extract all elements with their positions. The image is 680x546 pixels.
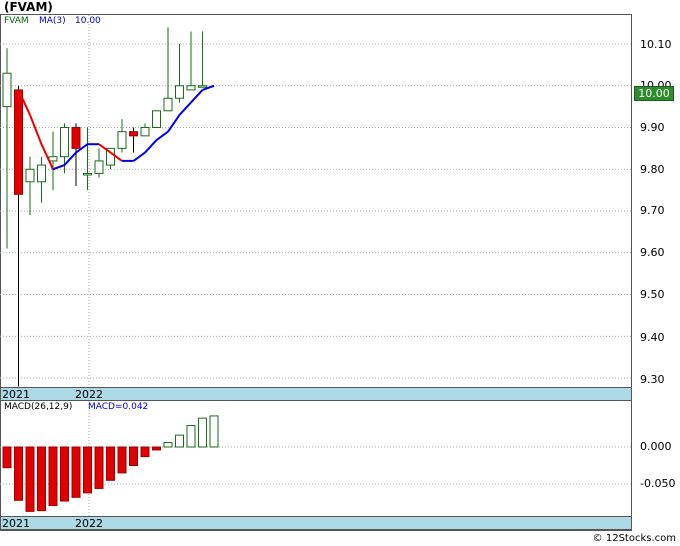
candle-body — [94, 160, 104, 174]
macd-bar — [25, 446, 35, 512]
legend-ma-label: MA(3) — [39, 16, 66, 26]
macd-bar — [94, 446, 104, 489]
candle-body — [60, 127, 69, 158]
ma3-line-segment — [167, 114, 181, 133]
y-tick-label: 9.30 — [640, 373, 665, 386]
y-tick-label: 9.80 — [640, 163, 665, 176]
ma3-line-segment — [155, 130, 169, 141]
legend-ma-value: 10.00 — [75, 16, 101, 26]
chart-canvas — [0, 15, 632, 516]
macd-bar — [48, 446, 58, 506]
macd-y-tick-label: 0.000 — [640, 440, 672, 453]
candle-body — [152, 110, 161, 129]
macd-bar — [129, 446, 138, 466]
ma3-line-segment — [52, 164, 65, 171]
ma3-line-segment — [144, 139, 158, 154]
price-year-label-2021: 2021 — [2, 388, 30, 401]
candle-body — [198, 85, 207, 88]
macd-bar — [152, 446, 161, 451]
macd-bar — [37, 446, 46, 512]
macd-bar — [186, 425, 196, 448]
macd-bar — [60, 446, 69, 502]
macd-year-label-2021: 2021 — [2, 517, 30, 530]
macd-bar — [175, 434, 184, 448]
ma3-line-segment — [178, 101, 192, 116]
ma3-line-segment — [132, 151, 146, 162]
footer-copyright: © 12Stocks.com — [592, 533, 676, 544]
candle-body — [163, 97, 173, 112]
legend-symbol: FVAM — [4, 16, 29, 26]
y-tick-label: 9.40 — [640, 331, 665, 344]
macd-year-label-2022: 2022 — [75, 517, 103, 530]
macd-bar — [117, 446, 127, 474]
candle-body — [83, 172, 92, 176]
candle-body — [117, 131, 127, 149]
y-tick-label: 10.10 — [640, 38, 672, 51]
candle-body — [186, 85, 196, 91]
y-tick-label: 9.70 — [640, 204, 665, 217]
candle-body — [14, 89, 23, 195]
candle-body — [37, 164, 46, 183]
candle-body — [175, 85, 184, 99]
ma3-line-segment — [29, 114, 43, 145]
macd-bar — [71, 446, 81, 498]
y-tick-label: 9.50 — [640, 288, 665, 301]
y-tick-label: 9.60 — [640, 246, 665, 259]
price-year-label-2022: 2022 — [75, 388, 103, 401]
legend-macd-label: MACD(26,12,9) — [4, 402, 73, 412]
macd-bar — [198, 417, 207, 448]
macd-bar — [83, 446, 92, 494]
candle-body — [25, 168, 35, 183]
candle-body — [129, 131, 138, 137]
candle-body — [140, 127, 150, 137]
macd-bar — [140, 446, 150, 458]
ma3-line-segment — [190, 89, 204, 104]
candle-body — [48, 156, 58, 162]
macd-y-tick-label: -0.050 — [640, 477, 676, 490]
macd-bar — [209, 415, 219, 448]
legend-macd-value: MACD=0.042 — [88, 402, 149, 412]
candle-body — [2, 72, 12, 108]
macd-bar — [106, 446, 115, 481]
last-price-badge: 10.00 — [634, 86, 674, 101]
macd-bar — [2, 446, 12, 469]
macd-bar — [14, 446, 23, 501]
macd-bar — [163, 442, 173, 448]
candle-body — [71, 127, 81, 149]
y-tick-label: 9.90 — [640, 121, 665, 134]
